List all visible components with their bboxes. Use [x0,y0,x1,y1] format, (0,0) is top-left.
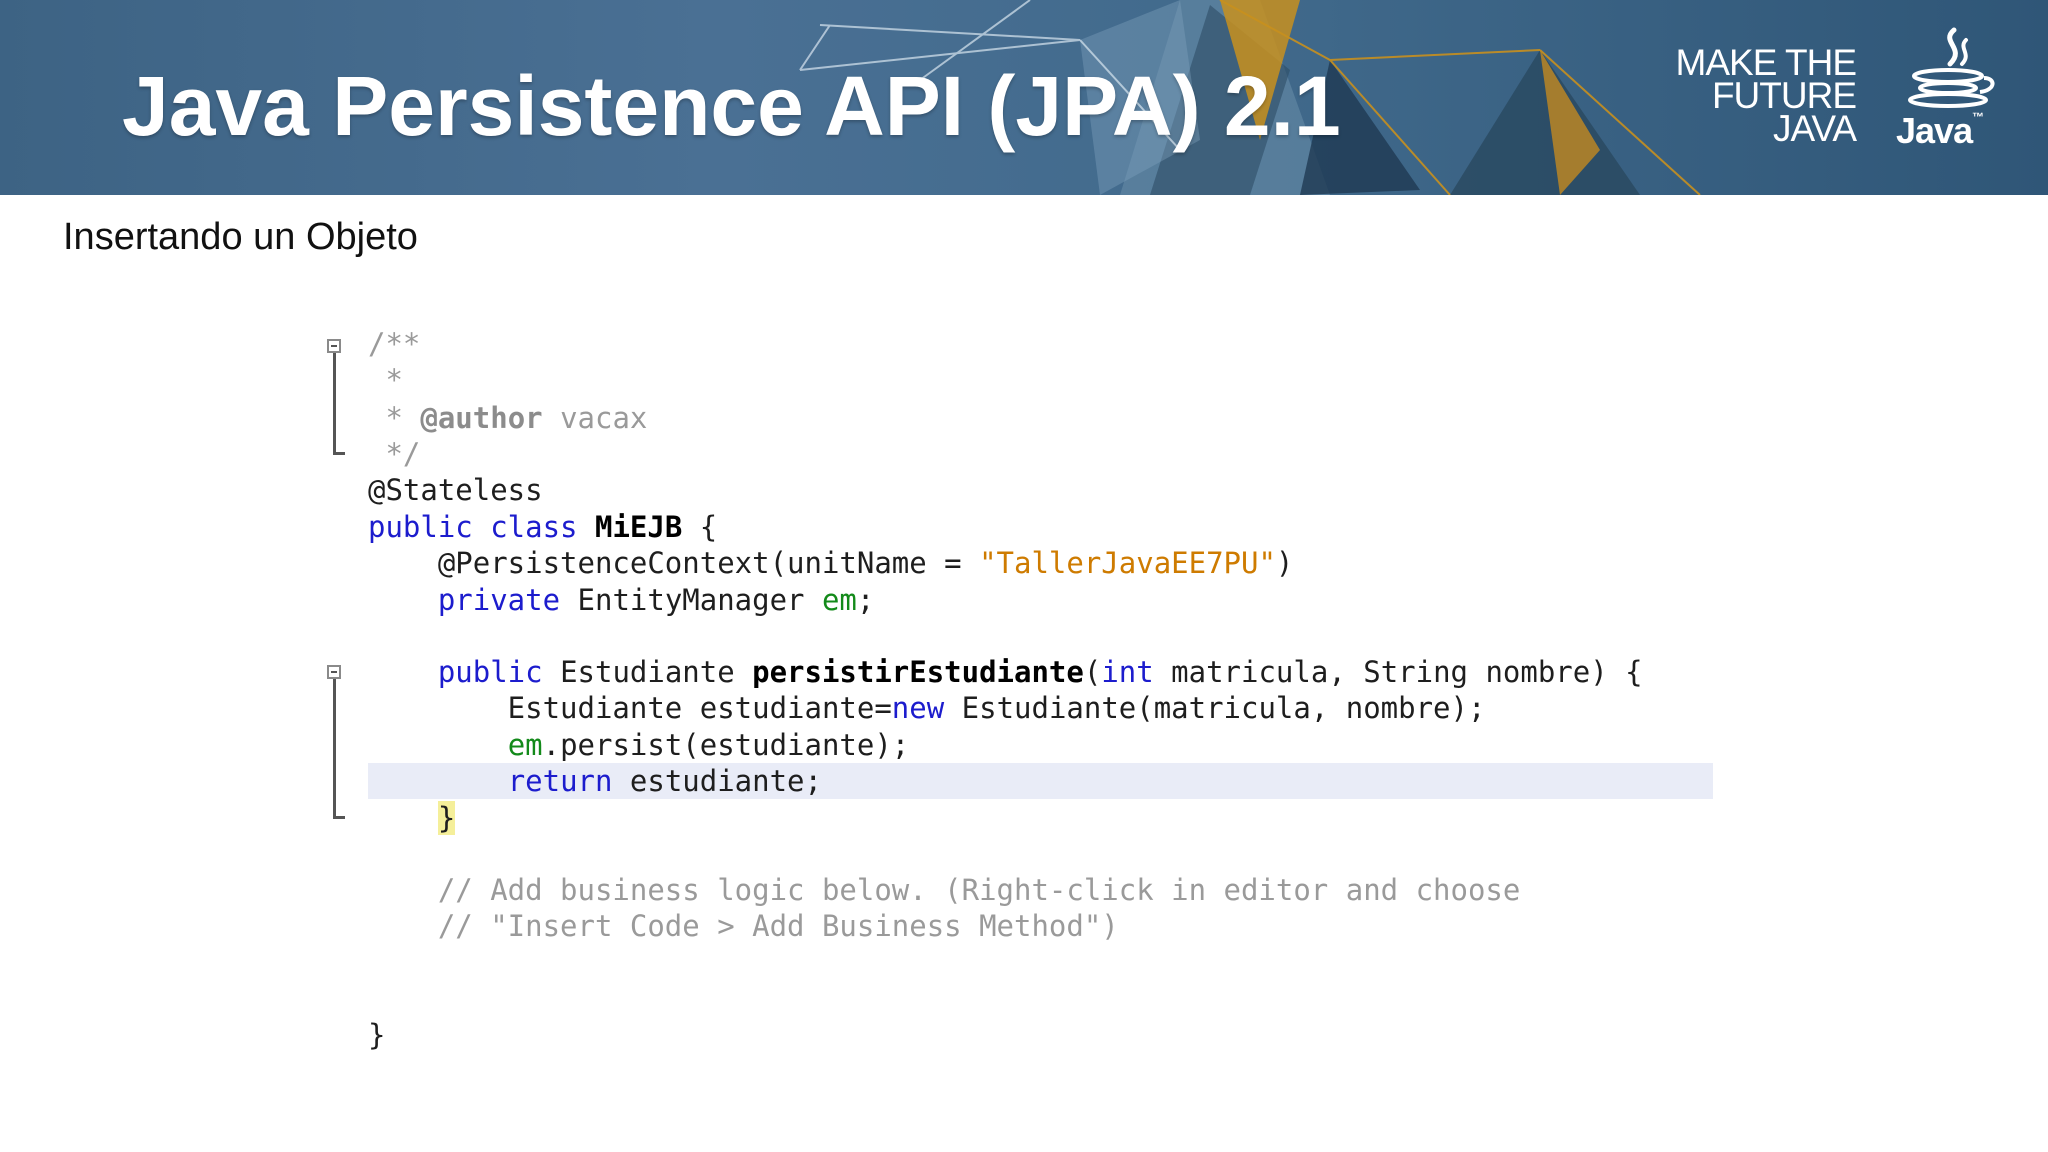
fold-guide-end-comment [333,452,345,455]
code-line-13: return estudiante; [507,764,822,798]
fold-toggle-method[interactable] [327,665,341,679]
code-line-6: public class MiEJB { [368,510,718,544]
code-line-8: private EntityManager em; [368,583,875,617]
code-line-16: // Add business logic below. (Right-clic… [368,873,1521,907]
code-line-2: * [368,363,403,397]
code-line-5: @Stateless [368,473,543,507]
code-line-20: } [368,1018,386,1052]
code-editor: /** * * @author vacax */ @Stateless publ… [0,0,2048,1152]
code-line-14: } [368,800,456,836]
code-line-10: public Estudiante persistirEstudiante(in… [368,655,1643,689]
code-line-11: Estudiante estudiante=new Estudiante(mat… [368,691,1486,725]
fold-toggle-comment[interactable] [327,339,341,353]
code-line-7: @PersistenceContext(unitName = "TallerJa… [368,546,1294,580]
code-line-4: */ [368,437,421,471]
code-line-17: // "Insert Code > Add Business Method") [368,909,1119,943]
code-line-1: /** [368,327,421,361]
matched-brace: } [437,801,456,835]
fold-guide-end-method [333,816,345,819]
fold-guide-comment [333,353,336,455]
code-line-12: em.persist(estudiante); [507,728,910,762]
code-line-3: * @author vacax [368,401,648,435]
fold-guide-method [333,679,336,819]
